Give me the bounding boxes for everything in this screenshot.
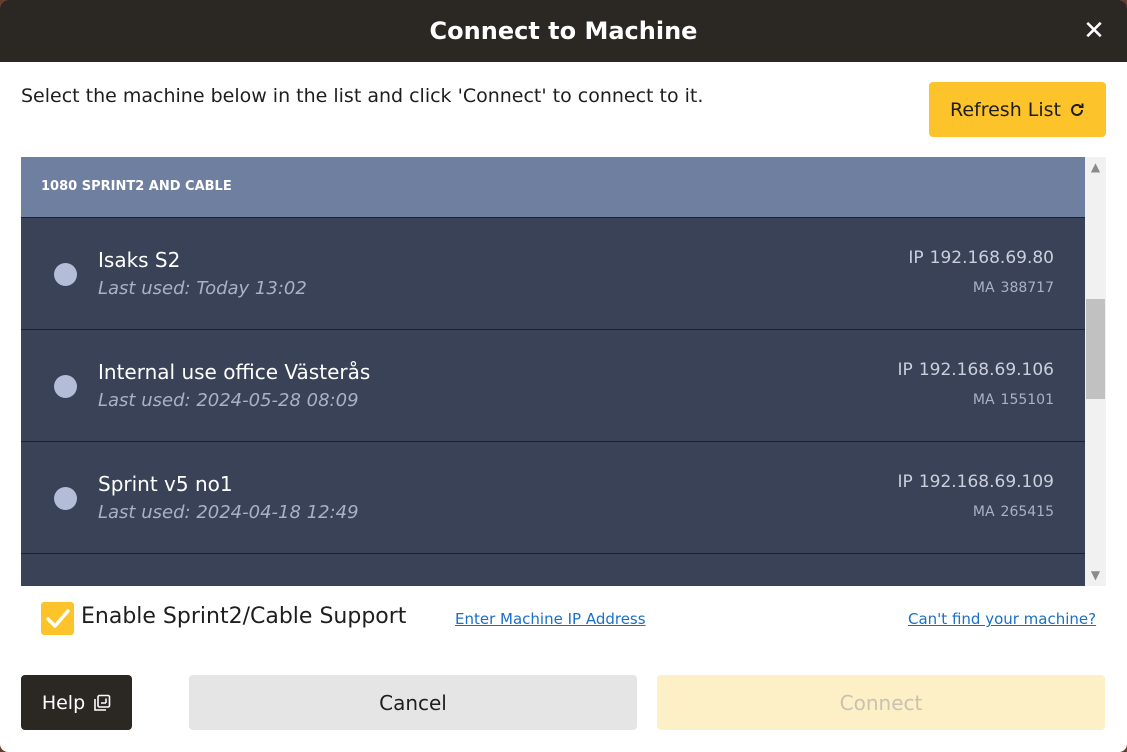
help-label: Help xyxy=(41,691,86,714)
machine-radio[interactable] xyxy=(54,375,77,398)
checkmark-icon xyxy=(46,609,70,628)
refresh-icon xyxy=(1071,103,1084,116)
dialog-title: Connect to Machine xyxy=(429,17,698,45)
machine-ma: MA 265415 xyxy=(973,504,1054,520)
machine-list: 1080 SPRINT2 AND CABLE Isaks S2 Last use… xyxy=(21,157,1085,586)
connect-dialog: Connect to Machine ✕ Select the machine … xyxy=(0,0,1127,752)
machine-ip: IP 192.168.69.109 xyxy=(898,472,1054,492)
scroll-down-icon[interactable]: ▼ xyxy=(1085,565,1106,586)
ip-value: 192.168.69.109 xyxy=(918,472,1054,492)
last-used-value: 2024-05-28 08:09 xyxy=(196,390,359,411)
ip-prefix: IP xyxy=(897,360,913,380)
sprint2-support-label: Enable Sprint2/Cable Support xyxy=(81,604,407,629)
close-icon[interactable]: ✕ xyxy=(1081,17,1107,45)
ma-value: 155101 xyxy=(1000,392,1054,408)
machine-radio[interactable] xyxy=(54,487,77,510)
machine-ma: MA 388717 xyxy=(973,280,1054,296)
ma-prefix: MA xyxy=(972,504,995,520)
machine-last-used: Last used: Today 13:02 xyxy=(98,278,307,299)
machine-group-label: 1080 SPRINT2 AND CABLE xyxy=(41,179,232,194)
cancel-button[interactable]: Cancel xyxy=(189,675,637,730)
help-button[interactable]: Help xyxy=(21,675,132,730)
ip-value: 192.168.69.106 xyxy=(918,360,1054,380)
dialog-titlebar: Connect to Machine ✕ xyxy=(0,0,1127,62)
machine-name: Sprint v5 no1 xyxy=(98,472,233,496)
machine-row[interactable]: Sprint v5 no1 Last used: 2024-04-18 12:4… xyxy=(21,441,1085,553)
refresh-list-button[interactable]: Refresh List xyxy=(929,82,1106,137)
last-used-prefix: Last used: xyxy=(98,390,191,411)
external-help-icon xyxy=(94,694,111,711)
last-used-value: Today 13:02 xyxy=(196,278,307,299)
machine-row[interactable]: Internal use office Västerås Last used: … xyxy=(21,329,1085,441)
cant-find-machine-link[interactable]: Can't find your machine? xyxy=(908,610,1096,628)
machine-group-header: 1080 SPRINT2 AND CABLE xyxy=(21,157,1085,217)
ma-prefix: MA xyxy=(972,280,995,296)
machine-row[interactable]: Isaks S2 Last used: Today 13:02 IP 192.16… xyxy=(21,217,1085,329)
machine-row-partial[interactable] xyxy=(21,553,1085,586)
ip-value: 192.168.69.80 xyxy=(929,248,1054,268)
machine-name: Internal use office Västerås xyxy=(98,360,371,384)
machine-ma: MA 155101 xyxy=(973,392,1054,408)
enter-ip-link[interactable]: Enter Machine IP Address xyxy=(455,610,646,628)
instructions-text: Select the machine below in the list and… xyxy=(21,85,704,107)
ip-prefix: IP xyxy=(908,248,924,268)
sprint2-support-checkbox[interactable] xyxy=(41,602,74,635)
machine-last-used: Last used: 2024-04-18 12:49 xyxy=(98,502,359,523)
ma-prefix: MA xyxy=(972,392,995,408)
ma-value: 265415 xyxy=(1000,504,1054,520)
scroll-thumb[interactable] xyxy=(1086,299,1105,399)
machine-last-used: Last used: 2024-05-28 08:09 xyxy=(98,390,359,411)
ma-value: 388717 xyxy=(1000,280,1054,296)
machine-ip: IP 192.168.69.106 xyxy=(898,360,1054,380)
connect-button[interactable]: Connect xyxy=(657,675,1105,730)
scroll-up-icon[interactable]: ▲ xyxy=(1085,157,1106,178)
last-used-value: 2024-04-18 12:49 xyxy=(196,502,359,523)
last-used-prefix: Last used: xyxy=(98,278,191,299)
ip-prefix: IP xyxy=(897,472,913,492)
machine-ip: IP 192.168.69.80 xyxy=(908,248,1054,268)
refresh-list-label: Refresh List xyxy=(949,98,1061,121)
last-used-prefix: Last used: xyxy=(98,502,191,523)
list-scrollbar[interactable]: ▲ ▼ xyxy=(1085,157,1106,586)
machine-radio[interactable] xyxy=(54,263,77,286)
machine-name: Isaks S2 xyxy=(98,248,181,272)
